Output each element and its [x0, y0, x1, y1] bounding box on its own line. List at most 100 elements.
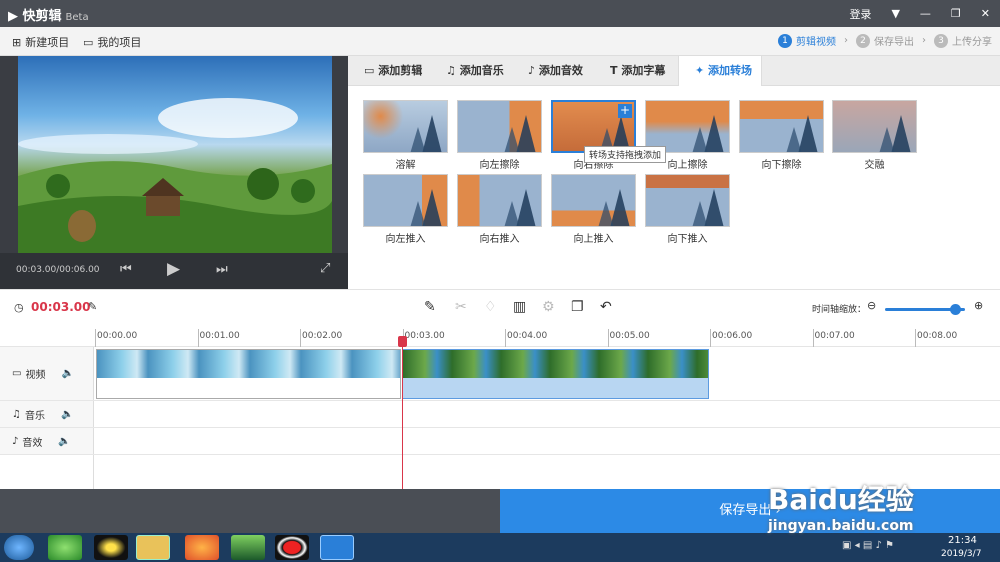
login-button[interactable]: 登录: [849, 6, 871, 22]
preview-controls: 00:03.00/00:06.00 ⏮ ▶ ⏭ ⤢: [0, 253, 348, 289]
fullscreen-icon[interactable]: ⤢: [320, 261, 330, 276]
bell-icon[interactable]: ♢: [484, 299, 497, 315]
video-clip-1[interactable]: [96, 349, 401, 399]
step-number: 1: [778, 33, 792, 48]
timeline-tracks: ▭ 视频 🔈 ♫ 音乐 🔈 ♪ 音效 🔈: [0, 347, 1000, 489]
tab-add-clip[interactable]: ▭ 添加剪辑: [348, 56, 430, 86]
tab-add-subtitle[interactable]: T 添加字幕: [594, 56, 676, 86]
transition-thumb-push-right[interactable]: [457, 174, 542, 227]
progress-steps: 1 剪辑视频 › 2 保存导出 › 3 上传分享: [778, 33, 992, 48]
volume-icon[interactable]: 🔈: [61, 368, 73, 379]
ruler-label: 00:05.00: [609, 331, 650, 341]
video-clip-2[interactable]: [402, 349, 709, 399]
previous-frame-icon[interactable]: ⏮: [120, 262, 132, 277]
transition-thumb-push-up[interactable]: [551, 174, 636, 227]
step-export[interactable]: 2 保存导出: [856, 33, 914, 48]
cut-icon[interactable]: ✂: [455, 299, 467, 315]
transition-thumb-blend[interactable]: [832, 100, 917, 153]
zoom-in-icon[interactable]: ⊕: [974, 299, 983, 312]
browser-360-icon[interactable]: [48, 535, 82, 560]
screen-recorder-icon[interactable]: [275, 535, 309, 560]
transition-label: 向左推入: [385, 234, 426, 245]
transition-grid: 溶解 向左擦除 + 向右擦除 向上擦除 向下擦除 交融 向左推入 向右推入 向上推入 向下推入 转场…: [348, 86, 1000, 289]
crop-icon[interactable]: ⚙: [542, 299, 555, 315]
track-header: ▭ 视频 🔈: [0, 347, 94, 400]
transition-label: 向下推入: [667, 234, 708, 245]
ruler-tick: [95, 329, 96, 347]
pencil-icon[interactable]: ✎: [424, 299, 436, 315]
ruler-label: 00:06.00: [712, 331, 753, 341]
zoom-slider[interactable]: [885, 304, 965, 315]
firefox-icon[interactable]: [185, 535, 219, 560]
watermark-url: jingyan.baidu.com: [768, 518, 914, 534]
ruler-label: 00:03.00: [404, 331, 445, 341]
ruler-tick: [915, 329, 916, 347]
copy-icon[interactable]: ❐: [571, 299, 584, 315]
tab-add-transition[interactable]: ✦ 添加转场: [678, 56, 762, 86]
transition-label: 向上推入: [573, 234, 614, 245]
file-explorer-icon[interactable]: [136, 535, 170, 560]
tab-add-sound-effect[interactable]: ♪ 添加音效: [512, 56, 594, 86]
track-header: ♪ 音效 🔈: [0, 428, 94, 454]
save-export-button[interactable]: 保存导出 ›: [500, 489, 1000, 533]
step-number: 2: [856, 33, 870, 48]
transition-thumb-dissolve[interactable]: [363, 100, 448, 153]
minimize-icon[interactable]: —: [920, 7, 931, 20]
transition-label: 交融: [864, 160, 885, 171]
ruler-tick: [812, 329, 814, 347]
step-share[interactable]: 3 上传分享: [934, 33, 992, 48]
add-transition-icon[interactable]: +: [618, 104, 632, 118]
transition-thumb-wipe-left[interactable]: [457, 100, 542, 153]
chevron-right-icon: ›: [922, 35, 926, 46]
windows-taskbar: ▣ ◂ ▤ ♪ ⚑ 21:34 2019/3/7: [0, 533, 1000, 562]
tab-label: 添加音效: [538, 64, 583, 77]
step-number: 3: [934, 33, 948, 48]
tab-add-music[interactable]: ♫ 添加音乐: [430, 56, 512, 86]
playback-time: 00:03.00/00:06.00: [16, 265, 100, 275]
ruler-tick: [607, 329, 609, 347]
maximize-icon[interactable]: ❐: [951, 7, 961, 20]
undo-icon[interactable]: ↶: [600, 299, 612, 315]
sound-effect-icon: ♪: [12, 435, 19, 447]
tooltip: 转场支持拖拽添加: [584, 146, 667, 163]
video-icon: ▭: [364, 64, 379, 77]
media-player-icon[interactable]: [231, 535, 265, 560]
transition-thumb-wipe-down[interactable]: [739, 100, 824, 153]
system-tray-icons[interactable]: ▣ ◂ ▤ ♪ ⚑: [842, 540, 894, 551]
text-icon: T: [610, 64, 622, 77]
new-project-button[interactable]: ⊞ 新建项目: [12, 34, 69, 50]
play-icon[interactable]: ▶: [167, 259, 180, 279]
music-note-icon: ♫: [12, 408, 21, 420]
next-frame-icon[interactable]: ⏭: [216, 262, 228, 277]
menu-dropdown-icon[interactable]: ▼: [891, 7, 899, 20]
current-time: 00:03.00: [31, 300, 91, 314]
track-label: 音效: [22, 437, 43, 449]
step-edit[interactable]: 1 剪辑视频: [778, 33, 836, 48]
transition-thumb-push-down[interactable]: [645, 174, 730, 227]
volume-icon[interactable]: 🔈: [61, 409, 73, 420]
music-track: ♫ 音乐 🔈: [0, 401, 1000, 428]
ruler-tick: [197, 329, 199, 347]
qq-icon[interactable]: [94, 535, 128, 560]
new-project-label: 新建项目: [25, 36, 70, 49]
video-track: ▭ 视频 🔈: [0, 347, 1000, 401]
title-bar: ▶ 快剪辑 Beta 登录 ▼ — ❐ ✕: [0, 0, 1000, 27]
music-note-icon: ♫: [446, 64, 460, 77]
ruler-label: 00:02.00: [302, 331, 343, 341]
kuaijianji-taskbar-icon[interactable]: [320, 535, 354, 560]
zoom-slider-handle[interactable]: [950, 304, 961, 315]
delete-icon[interactable]: ▥: [513, 299, 526, 315]
tab-label: 添加音乐: [459, 64, 504, 77]
sound-effect-track: ♪ 音效 🔈: [0, 428, 1000, 455]
zoom-out-icon[interactable]: ⊖: [867, 299, 876, 312]
volume-icon[interactable]: 🔈: [58, 436, 70, 447]
transition-thumb-push-left[interactable]: [363, 174, 448, 227]
tab-label: 添加剪辑: [378, 64, 423, 77]
edit-time-icon[interactable]: ✎: [88, 300, 97, 313]
baidu-watermark: Baidu经验 jingyan.baidu.com: [768, 478, 914, 534]
close-icon[interactable]: ✕: [981, 7, 990, 20]
playhead-handle[interactable]: [398, 336, 407, 347]
timeline-ruler: 00:00.00 00:01.00 00:02.00 00:03.00 00:04.00…: [0, 329, 1000, 347]
start-button[interactable]: [4, 535, 34, 560]
my-projects-button[interactable]: ▭ 我的项目: [83, 34, 141, 50]
